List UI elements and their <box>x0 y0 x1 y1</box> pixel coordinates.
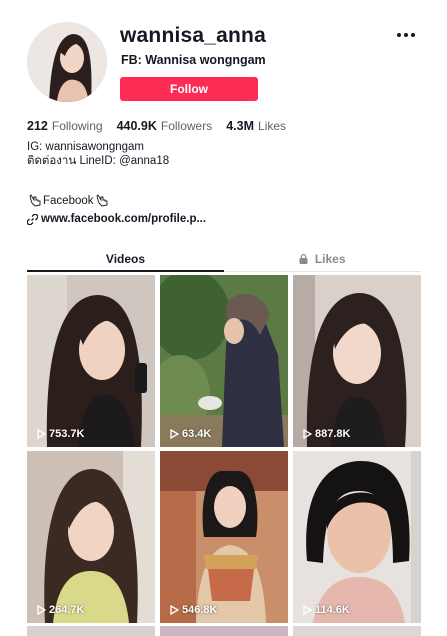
more-dot <box>397 33 401 37</box>
follow-button[interactable]: Follow <box>120 77 258 101</box>
profile-link-text: www.facebook.com/profile.p... <box>41 213 207 225</box>
username: wannisa_anna <box>120 24 266 47</box>
video-item[interactable]: 114.6K <box>293 451 421 623</box>
play-icon <box>303 429 312 439</box>
link-icon <box>27 213 38 225</box>
play-icon <box>170 605 179 615</box>
view-count-text: 887.8K <box>315 428 351 440</box>
bio-line-ig: IG: wannisawongngam <box>27 141 144 153</box>
video-item[interactable]: 887.8K <box>293 275 421 447</box>
view-count-text: 546.8K <box>182 604 218 616</box>
video-item-partial[interactable] <box>27 626 155 636</box>
stat-followers[interactable]: 440.9K Followers <box>117 119 213 133</box>
play-icon <box>37 605 46 615</box>
video-item-partial[interactable] <box>160 626 288 636</box>
video-thumbnail <box>160 451 288 623</box>
view-count: 264.7K <box>37 604 84 616</box>
view-count: 63.4K <box>170 428 211 440</box>
stat-label: Followers <box>160 119 213 133</box>
more-icon[interactable] <box>397 27 417 43</box>
video-item[interactable]: 264.7K <box>27 451 155 623</box>
pointing-hand-icon <box>96 194 107 207</box>
play-icon <box>37 429 46 439</box>
play-icon <box>170 429 179 439</box>
video-thumbnail <box>27 451 155 623</box>
view-count: 546.8K <box>170 604 217 616</box>
view-count-text: 753.7K <box>49 428 85 440</box>
view-count-text: 63.4K <box>182 428 212 440</box>
video-item[interactable]: 753.7K <box>27 275 155 447</box>
video-thumbnail <box>293 451 421 623</box>
facebook-label: Facebook <box>43 194 94 207</box>
tab-videos[interactable]: Videos <box>27 248 224 272</box>
stat-label: Following <box>51 119 103 133</box>
more-dot <box>411 33 415 37</box>
tab-label: Likes <box>314 252 346 266</box>
tab-label: Videos <box>105 252 146 266</box>
profile-fullname: FB: Wannisa wongngam <box>121 53 266 67</box>
tab-likes[interactable]: Likes <box>224 248 421 272</box>
video-thumbnail <box>160 275 288 447</box>
stat-following[interactable]: 212 Following <box>27 119 103 133</box>
stat-label: Likes <box>258 119 287 133</box>
video-thumbnail <box>293 275 421 447</box>
stat-number: 440.9K <box>116 119 157 133</box>
video-thumbnail <box>27 275 155 447</box>
stat-number: 212 <box>27 119 48 133</box>
profile-link[interactable]: www.facebook.com/profile.p... <box>27 213 206 225</box>
play-icon <box>303 605 312 615</box>
lock-icon <box>299 254 308 264</box>
profile-bio: IG: wannisawongngam ติดต่องาน LineID: @a… <box>27 140 169 168</box>
view-count-text: 114.6K <box>315 604 350 616</box>
view-count: 887.8K <box>303 428 350 440</box>
stat-number: 4.3M <box>226 119 255 133</box>
bio-line-contact: ติดต่องาน LineID: @anna18 <box>27 155 170 167</box>
view-count-text: 264.7K <box>49 604 85 616</box>
pointing-hand-icon <box>29 194 41 207</box>
profile-stats: 212 Following 440.9K Followers 4.3M Like… <box>27 119 300 135</box>
video-item[interactable]: 63.4K <box>160 275 288 447</box>
view-count: 753.7K <box>37 428 84 440</box>
view-count: 114.6K <box>303 604 350 616</box>
video-item-partial[interactable] <box>293 626 421 636</box>
avatar[interactable] <box>27 22 107 102</box>
stat-likes: 4.3M Likes <box>226 119 286 133</box>
content-tabs: Videos Likes <box>27 248 421 272</box>
video-item[interactable]: 546.8K <box>160 451 288 623</box>
profile-header: wannisa_anna FB: Wannisa wongngam Follow <box>0 0 447 110</box>
bio-facebook: Facebook <box>27 194 110 207</box>
more-dot <box>404 33 408 37</box>
